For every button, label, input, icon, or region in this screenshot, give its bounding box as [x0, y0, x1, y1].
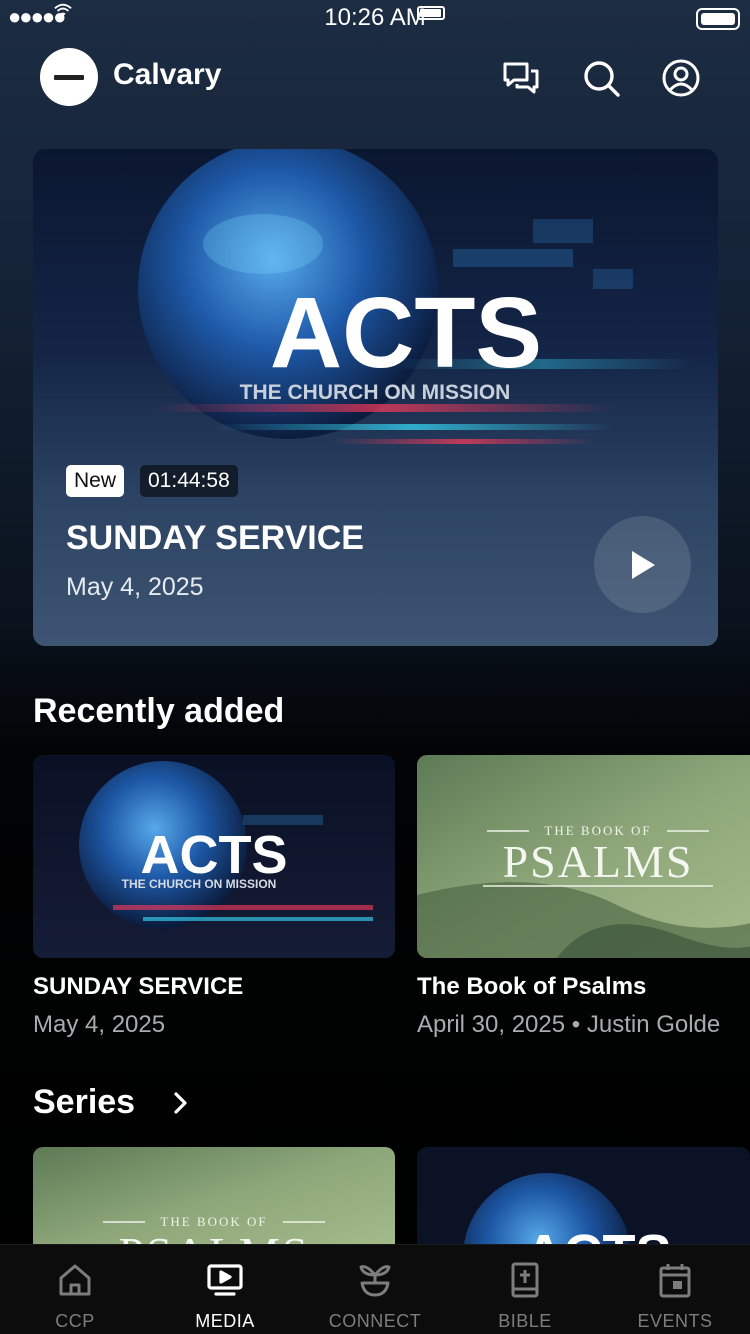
series-heading[interactable]: Series	[33, 1083, 135, 1122]
hero-art-title: ACTS	[270, 277, 542, 389]
media-card[interactable]: THE BOOK OF PSALMS The Book of Psalms Ap…	[417, 755, 750, 1045]
featured-media-card[interactable]: ACTS THE CHURCH ON MISSION New 01:44:58 …	[33, 149, 718, 646]
tab-media[interactable]: MEDIA	[150, 1245, 300, 1334]
media-card-title: The Book of Psalms	[417, 973, 647, 1000]
status-bar: ●●●●● 10:26 AM	[0, 0, 750, 31]
profile-icon[interactable]	[661, 58, 701, 98]
tab-connect[interactable]: CONNECT	[300, 1245, 450, 1334]
tab-label: BIBLE	[498, 1311, 552, 1331]
calendar-icon	[656, 1261, 694, 1299]
media-card[interactable]: ACTS THE CHURCH ON MISSION SUNDAY SERVIC…	[33, 755, 395, 1045]
hero-artwork: ACTS THE CHURCH ON MISSION	[138, 149, 693, 444]
battery-icon	[696, 8, 740, 30]
hero-title: SUNDAY SERVICE	[66, 519, 364, 557]
chevron-right-icon[interactable]	[170, 1090, 192, 1116]
tab-bar: CCP MEDIA CONNECT BIBLE EVENTS	[0, 1244, 750, 1334]
series-art-kicker: THE BOOK OF	[160, 1214, 267, 1229]
app-header: Calvary	[0, 44, 750, 108]
card-art-title: ACTS	[141, 825, 288, 885]
new-badge: New	[66, 465, 125, 497]
media-thumbnail: ACTS THE CHURCH ON MISSION	[33, 755, 395, 958]
tab-events[interactable]: EVENTS	[600, 1245, 750, 1334]
series-card[interactable]: THE BOOK OF PSALMS	[33, 1147, 395, 1257]
media-screen: ●●●●● 10:26 AM Calvary ACTS THE CHURCH O…	[0, 0, 750, 1334]
play-icon	[631, 550, 655, 579]
card-art-title: PSALMS	[503, 836, 694, 887]
media-card-subtitle: May 4, 2025	[33, 1011, 166, 1038]
series-card[interactable]: ACTS	[417, 1147, 750, 1257]
bible-icon	[506, 1261, 544, 1299]
tv-play-icon	[206, 1261, 244, 1299]
tab-bible[interactable]: BIBLE	[450, 1245, 600, 1334]
recently-added-heading: Recently added	[33, 692, 285, 730]
play-button[interactable]	[594, 516, 691, 613]
media-thumbnail: THE BOOK OF PSALMS	[417, 755, 750, 958]
logo-mark	[54, 74, 84, 80]
home-icon	[56, 1261, 94, 1299]
search-icon[interactable]	[581, 58, 621, 98]
tab-label: CCP	[55, 1311, 95, 1331]
sprout-icon	[356, 1261, 394, 1299]
card-art-subtitle: THE CHURCH ON MISSION	[122, 877, 277, 891]
hero-date: May 4, 2025	[66, 573, 204, 601]
media-card-title: SUNDAY SERVICE	[33, 973, 244, 1000]
tab-label: CONNECT	[328, 1311, 422, 1331]
chat-icon[interactable]	[501, 58, 541, 98]
status-time: 10:26 AM	[324, 4, 426, 31]
media-card-subtitle: April 30, 2025 • Justin Golde	[417, 1011, 721, 1038]
battery-icon	[417, 6, 445, 20]
app-title: Calvary	[113, 58, 222, 91]
church-logo[interactable]	[40, 48, 98, 106]
tab-label: MEDIA	[195, 1311, 255, 1331]
duration-badge: 01:44:58	[140, 465, 238, 497]
tab-ccp[interactable]: CCP	[0, 1245, 150, 1334]
hero-art-subtitle: THE CHURCH ON MISSION	[240, 381, 511, 404]
tab-label: EVENTS	[637, 1311, 713, 1331]
